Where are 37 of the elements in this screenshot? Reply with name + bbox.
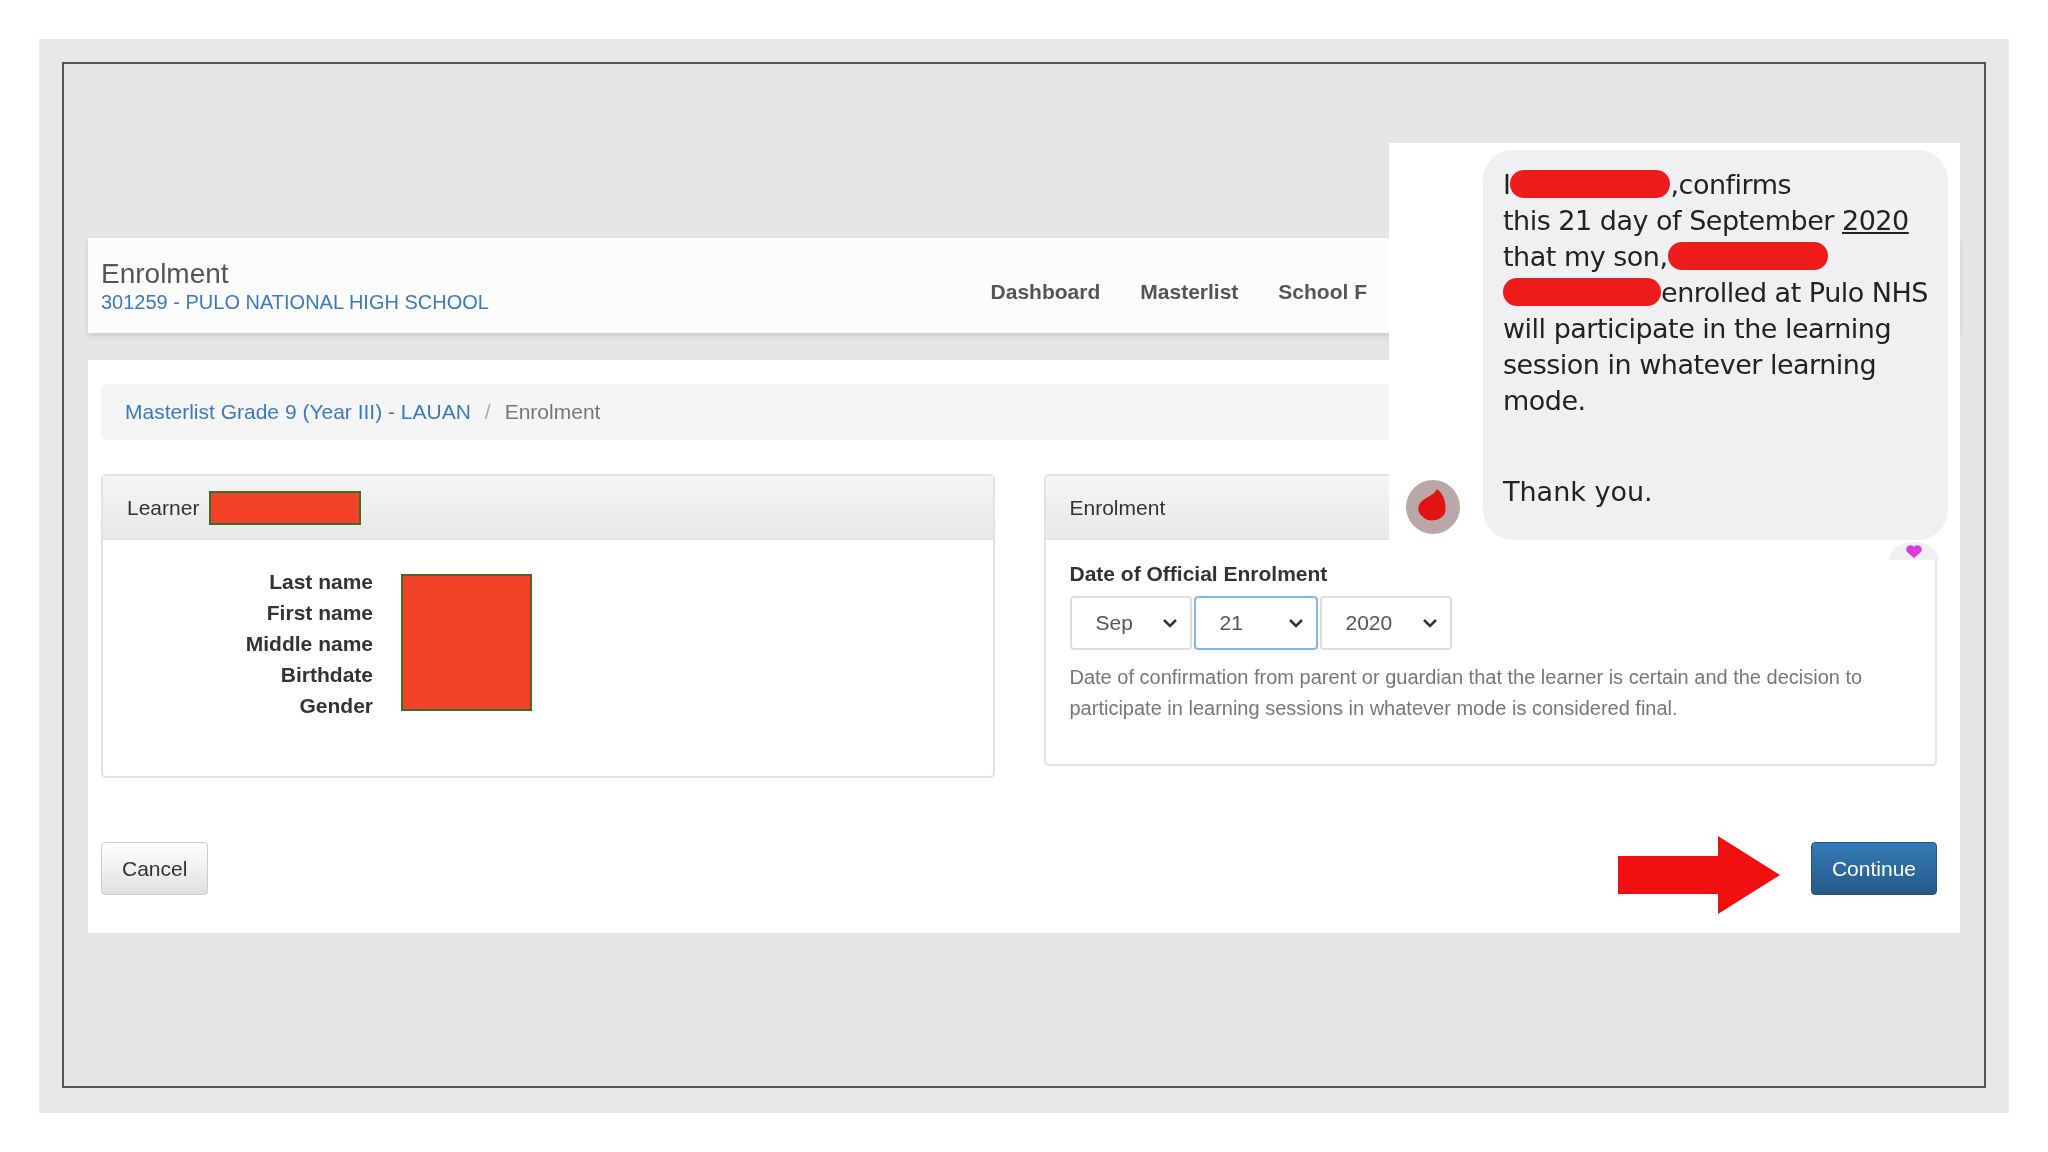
cancel-button[interactable]: Cancel xyxy=(101,842,209,895)
date-select[interactable]: Sep xyxy=(1069,596,1192,650)
breadcrumb-current: Enrolment xyxy=(504,400,601,424)
panel-title: Enrolment xyxy=(1069,495,1166,520)
field-label: Last name xyxy=(269,569,373,595)
panel-title: Learner xyxy=(127,495,200,520)
message-text: 2020 xyxy=(1842,204,1909,236)
page-title: Enrolment xyxy=(101,257,230,290)
field-label: Date of Official Enrolment xyxy=(1069,562,1329,586)
nav-link[interactable]: Masterlist xyxy=(1140,279,1239,304)
message-text: ,confirms xyxy=(1670,168,1792,200)
field-label: First name xyxy=(266,600,373,626)
breadcrumb-separator: / xyxy=(484,400,491,424)
nav-link[interactable]: Dashboard xyxy=(990,279,1101,304)
nav-link[interactable]: School F xyxy=(1278,279,1367,304)
school-name: 301259 - PULO NATIONAL HIGH SCHOOL xyxy=(101,289,490,314)
heart-reaction-icon xyxy=(1889,540,1939,560)
field-label: Middle name xyxy=(245,631,373,657)
message-text: enrolled at Pulo NHS xyxy=(1661,276,1928,308)
date-select[interactable]: 2020 xyxy=(1319,596,1452,650)
message-text: mode. xyxy=(1503,384,1586,416)
field-label: Birthdate xyxy=(280,662,373,688)
field-label: Gender xyxy=(299,693,373,719)
continue-button[interactable]: Continue xyxy=(1810,842,1937,895)
avatar-icon xyxy=(1405,477,1461,535)
message-text: I xyxy=(1503,168,1511,200)
chevron-down-icon xyxy=(1287,618,1304,628)
breadcrumb-link[interactable]: Masterlist Grade 9 (Year III) - LAUAN xyxy=(125,400,471,424)
chevron-down-icon xyxy=(1421,618,1438,628)
date-select[interactable]: 21 xyxy=(1193,596,1318,650)
message-text: Thank you. xyxy=(1503,476,1653,507)
help-text: Date of confirmation from parent or guardian that the learner is certain and the decision to participate in learning sessions in whatever mode is considered final. xyxy=(1069,665,1864,721)
message-text: session in whatever learning xyxy=(1503,348,1877,380)
chevron-down-icon xyxy=(1161,618,1178,628)
message-text: will participate in the learning xyxy=(1503,312,1892,344)
message-text: that my son, xyxy=(1503,240,1668,272)
message-text: this 21 day of September xyxy=(1503,204,1834,236)
